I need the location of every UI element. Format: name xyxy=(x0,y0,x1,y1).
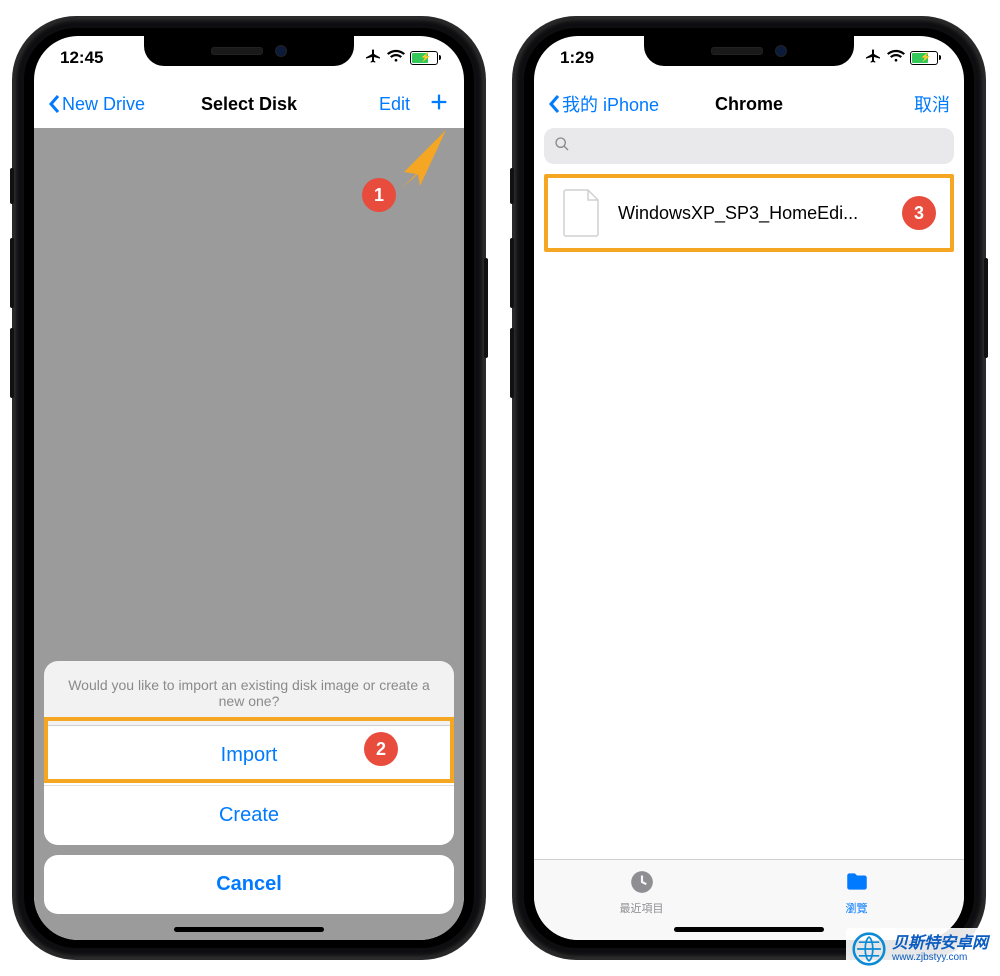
cancel-nav-button[interactable]: 取消 xyxy=(914,91,950,117)
front-camera xyxy=(275,45,287,57)
tab-label: 瀏覽 xyxy=(846,900,868,916)
action-sheet: Would you like to import an existing dis… xyxy=(44,661,454,914)
watermark-name: 贝斯特安卓网 xyxy=(892,935,988,953)
edit-button[interactable]: Edit xyxy=(379,94,410,115)
navbar: New Drive Select Disk Edit xyxy=(34,80,464,129)
status-time: 1:29 xyxy=(560,48,594,68)
chevron-left-icon xyxy=(48,94,60,114)
status-icons: ⚡ xyxy=(866,48,938,69)
nav-right: 取消 xyxy=(914,91,950,117)
airplane-mode-icon xyxy=(866,48,882,69)
step-badge-3: 3 xyxy=(902,196,936,230)
create-label: Create xyxy=(219,804,279,826)
nav-title: Chrome xyxy=(715,94,783,115)
home-indicator[interactable] xyxy=(674,927,824,932)
cancel-label: Cancel xyxy=(216,873,282,895)
back-button[interactable]: New Drive xyxy=(48,94,145,115)
nav-right: Edit xyxy=(379,91,450,118)
side-button xyxy=(984,258,988,358)
phone-right-frame: 1:29 ⚡ 我的 iPhone Chrome xyxy=(514,18,984,958)
back-label: New Drive xyxy=(62,94,145,115)
status-icons: ⚡ xyxy=(366,48,438,69)
screen-right: 1:29 ⚡ 我的 iPhone Chrome xyxy=(534,36,964,940)
screen-left: 12:45 ⚡ New Drive Select Disk xyxy=(34,36,464,940)
speaker xyxy=(211,47,263,55)
add-button[interactable] xyxy=(428,91,450,118)
wifi-icon xyxy=(887,48,905,68)
status-time: 12:45 xyxy=(60,48,103,68)
airplane-mode-icon xyxy=(366,48,382,69)
side-button xyxy=(484,258,488,358)
front-camera xyxy=(775,45,787,57)
navbar: 我的 iPhone Chrome 取消 xyxy=(534,80,964,128)
watermark: 贝斯特安卓网 www.zjbstyy.com xyxy=(846,928,994,970)
file-row[interactable]: WindowsXP_SP3_HomeEdi... 3 xyxy=(544,174,954,252)
tab-label: 最近項目 xyxy=(620,900,664,916)
notch xyxy=(144,36,354,66)
watermark-url: www.zjbstyy.com xyxy=(892,952,988,963)
notch xyxy=(644,36,854,66)
back-button[interactable]: 我的 iPhone xyxy=(548,91,659,117)
battery-icon: ⚡ xyxy=(910,51,938,65)
file-icon xyxy=(562,188,602,238)
home-indicator[interactable] xyxy=(174,927,324,932)
chevron-left-icon xyxy=(548,94,560,114)
wifi-icon xyxy=(387,48,405,68)
watermark-text: 贝斯特安卓网 www.zjbstyy.com xyxy=(892,935,988,964)
back-label: 我的 iPhone xyxy=(562,91,659,117)
file-name: WindowsXP_SP3_HomeEdi... xyxy=(618,203,886,224)
clock-icon xyxy=(629,869,655,898)
search-icon xyxy=(554,136,576,157)
search-input[interactable] xyxy=(544,128,954,164)
create-button[interactable]: Create xyxy=(44,786,454,845)
nav-title: Select Disk xyxy=(201,94,297,115)
watermark-logo-icon xyxy=(852,932,886,966)
speaker xyxy=(711,47,763,55)
folder-icon xyxy=(844,869,870,898)
battery-icon: ⚡ xyxy=(410,51,438,65)
import-label: Import xyxy=(221,744,278,766)
sheet-message: Would you like to import an existing dis… xyxy=(44,661,454,726)
stage: 12:45 ⚡ New Drive Select Disk xyxy=(0,0,1000,976)
cancel-button[interactable]: Cancel xyxy=(44,855,454,914)
phone-left-frame: 12:45 ⚡ New Drive Select Disk xyxy=(14,18,484,958)
step-badge-2: 2 xyxy=(364,732,398,766)
step-badge-1: 1 xyxy=(362,178,396,212)
